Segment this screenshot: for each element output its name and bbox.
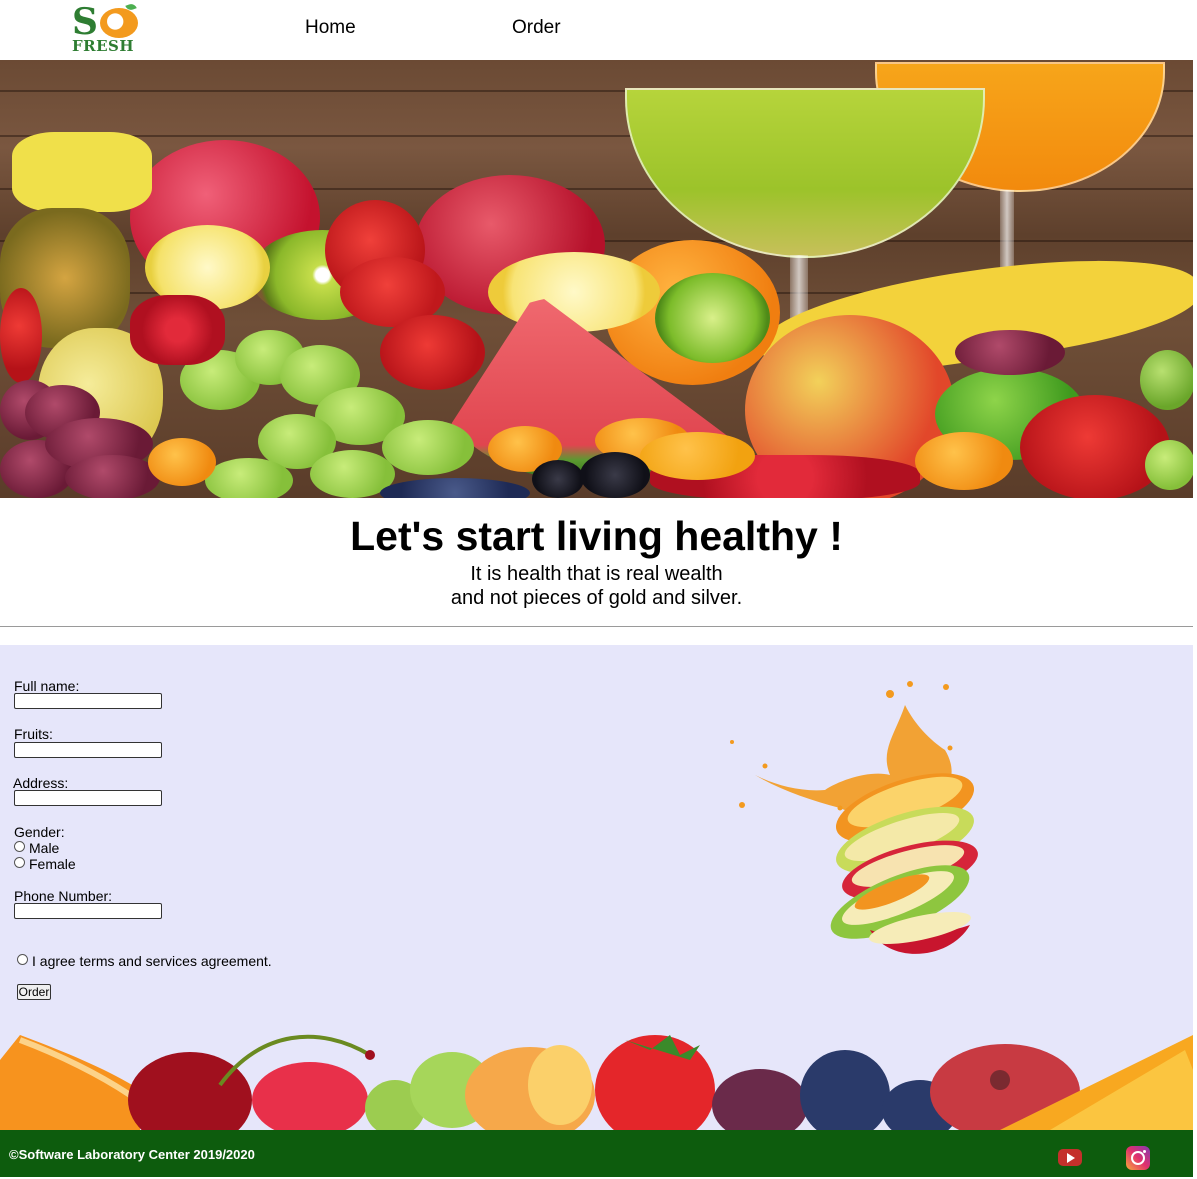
address-label: Address: — [13, 775, 69, 791]
fruits-input[interactable] — [14, 742, 162, 758]
agree-label: I agree terms and services agreement. — [32, 953, 272, 969]
gender-option-female: Female — [29, 856, 76, 872]
order-form-section: Full name: Fruits: Address: Gender: Male… — [0, 645, 1193, 1130]
youtube-icon[interactable] — [1058, 1149, 1082, 1166]
fullname-label: Full name: — [14, 678, 80, 694]
order-button[interactable]: Order — [17, 984, 51, 1000]
logo-letter: S — [72, 1, 98, 43]
logo[interactable]: S FRESH — [70, 1, 142, 56]
nav-link-order[interactable]: Order — [512, 17, 561, 39]
logo-text: FRESH — [72, 37, 135, 55]
gender-label: Gender: — [14, 824, 65, 840]
hero-image — [0, 60, 1193, 498]
quote-line-1: It is health that is real wealth — [470, 563, 723, 585]
nav-link-home[interactable]: Home — [305, 17, 356, 39]
fullname-input[interactable] — [14, 693, 162, 709]
address-input[interactable] — [14, 790, 162, 806]
fruit-juice-splash-image — [730, 681, 978, 954]
fruits-label: Fruits: — [14, 726, 53, 742]
page-title: Let's start living healthy ! — [350, 513, 843, 559]
fruit-border-image — [0, 1034, 1193, 1130]
divider — [0, 626, 1193, 627]
orange-icon — [100, 8, 138, 38]
quote-line-2: and not pieces of gold and silver. — [450, 587, 743, 609]
instagram-icon[interactable] — [1126, 1146, 1150, 1170]
phone-label: Phone Number: — [14, 888, 113, 904]
agree-radio[interactable] — [17, 954, 28, 965]
navbar: S FRESH Home Order — [0, 0, 1193, 60]
gender-radio-male[interactable] — [14, 841, 25, 852]
gender-radio-female[interactable] — [14, 857, 25, 868]
copyright-text: ©Software Laboratory Center 2019/2020 — [9, 1147, 255, 1162]
gender-option-male: Male — [29, 840, 60, 856]
juice-glass-green — [625, 88, 985, 258]
footer: ©Software Laboratory Center 2019/2020 — [0, 1130, 1193, 1177]
phone-input[interactable] — [14, 903, 162, 919]
